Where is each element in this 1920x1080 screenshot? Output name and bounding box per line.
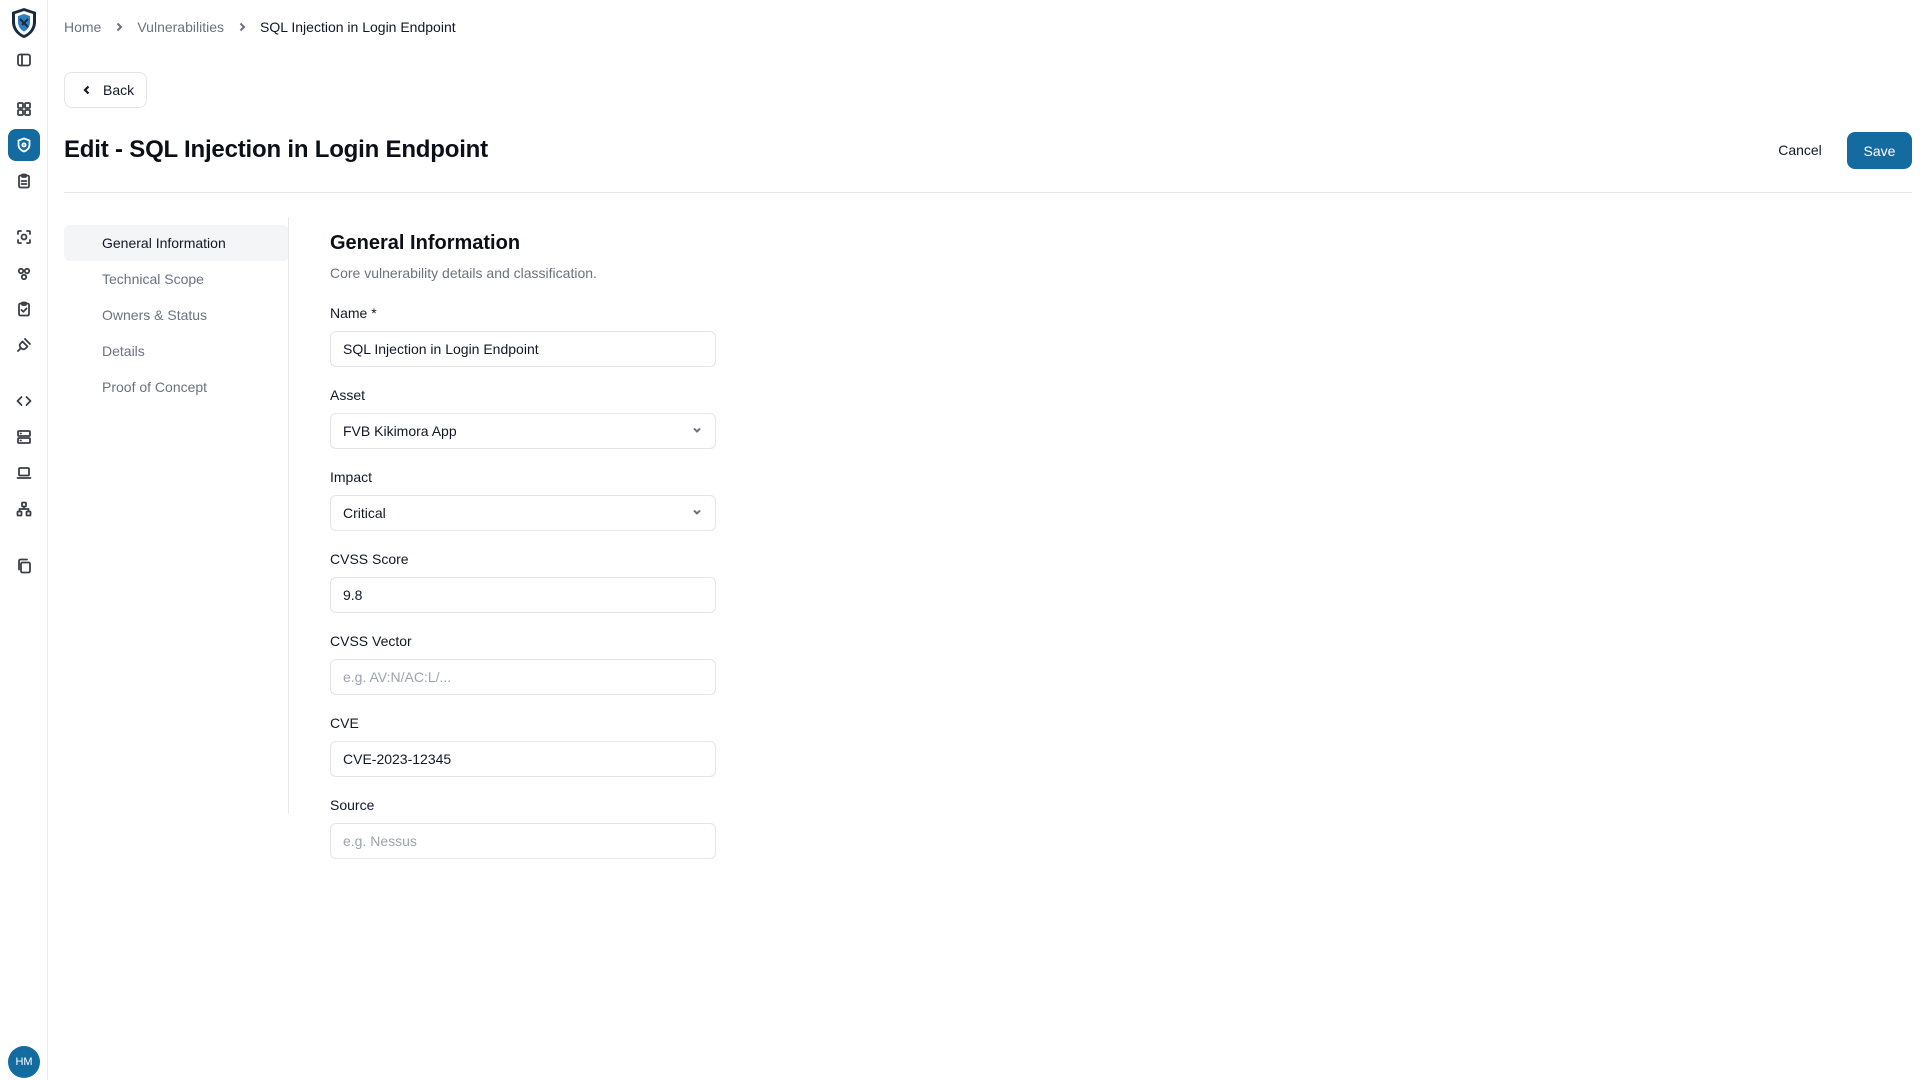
cvss-score-input[interactable]: 9.8 [330,577,716,613]
asset-select[interactable]: FVB Kikimora App [330,413,716,449]
main-content: Home Vulnerabilities SQL Injection in Lo… [64,0,1912,1080]
section-nav-details[interactable]: Details [64,333,289,369]
name-field: Name * SQL Injection in Login Endpoint [330,305,716,367]
cvss-score-value: 9.8 [343,587,363,603]
copy-icon[interactable] [8,550,40,582]
breadcrumb: Home Vulnerabilities SQL Injection in Lo… [64,19,456,35]
asset-label: Asset [330,387,366,403]
back-button[interactable]: Back [64,72,148,108]
section-nav: General Information Technical Scope Owne… [64,225,289,405]
cvss-score-label: CVSS Score [330,551,409,567]
section-nav-divider [288,217,289,813]
name-value: SQL Injection in Login Endpoint [343,341,539,357]
server-icon[interactable] [8,421,40,453]
form-subtitle: Core vulnerability details and classific… [330,265,597,281]
impact-value: Critical [343,505,386,521]
cvss-vector-field: CVSS Vector e.g. AV:N/AC:L/... [330,633,716,695]
section-nav-general-information[interactable]: General Information [64,225,289,261]
source-field: Source e.g. Nessus [330,797,716,859]
chevron-down-icon [691,423,703,439]
impact-select[interactable]: Critical [330,495,716,531]
chevron-down-icon [691,505,703,521]
users-icon[interactable] [8,258,40,290]
clipboard-check-icon[interactable] [8,293,40,325]
source-label: Source [330,797,375,813]
breadcrumb-current: SQL Injection in Login Endpoint [260,19,456,35]
plug-icon[interactable] [8,329,40,361]
section-nav-technical-scope[interactable]: Technical Scope [64,261,289,297]
source-placeholder: e.g. Nessus [343,833,417,849]
scan-icon[interactable] [8,221,40,253]
sidebar-toggle-icon[interactable] [8,44,40,76]
cvss-vector-placeholder: e.g. AV:N/AC:L/... [343,669,452,685]
back-button-label: Back [103,82,135,98]
chevron-left-icon [81,84,93,96]
breadcrumb-vulnerabilities[interactable]: Vulnerabilities [137,19,224,35]
cvss-vector-label: CVSS Vector [330,633,412,649]
app-logo-icon[interactable] [8,6,40,40]
code-icon[interactable] [8,385,40,417]
save-button[interactable]: Save [1847,132,1912,169]
cve-field: CVE CVE-2023-12345 [330,715,716,777]
impact-field: Impact Critical [330,469,716,531]
shield-icon[interactable] [8,129,40,161]
cvss-vector-input[interactable]: e.g. AV:N/AC:L/... [330,659,716,695]
clipboard-icon[interactable] [8,165,40,197]
network-icon[interactable] [8,493,40,525]
cve-value: CVE-2023-12345 [343,751,452,767]
impact-label: Impact [330,469,373,485]
header-divider [64,192,1912,193]
form-title: General Information [330,232,521,254]
section-nav-proof-of-concept[interactable]: Proof of Concept [64,369,289,405]
dashboard-icon[interactable] [8,93,40,125]
chevron-right-icon [236,21,248,33]
icon-rail: HM [0,0,48,1080]
page-title: Edit - SQL Injection in Login Endpoint [64,136,488,163]
cvss-score-field: CVSS Score 9.8 [330,551,716,613]
cve-label: CVE [330,715,359,731]
laptop-icon[interactable] [8,457,40,489]
asset-field: Asset FVB Kikimora App [330,387,716,449]
breadcrumb-home[interactable]: Home [64,19,101,35]
general-information-form: General Information Core vulnerability d… [330,232,716,859]
name-input[interactable]: SQL Injection in Login Endpoint [330,331,716,367]
source-input[interactable]: e.g. Nessus [330,823,716,859]
section-nav-owners-status[interactable]: Owners & Status [64,297,289,333]
cancel-button[interactable]: Cancel [1765,132,1835,168]
chevron-right-icon [113,21,125,33]
cve-input[interactable]: CVE-2023-12345 [330,741,716,777]
avatar[interactable]: HM [8,1046,40,1078]
name-label: Name * [330,305,377,321]
asset-value: FVB Kikimora App [343,423,457,439]
